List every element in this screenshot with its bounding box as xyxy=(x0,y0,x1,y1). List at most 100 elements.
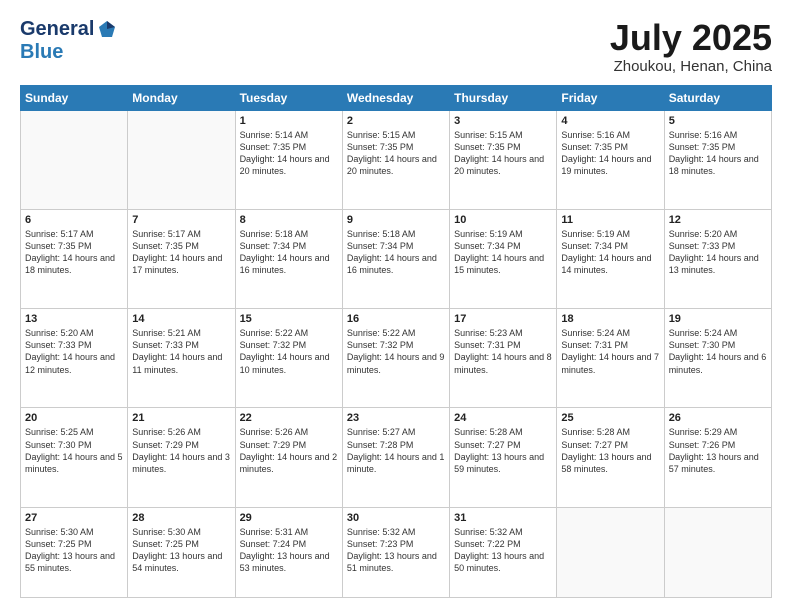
day-number: 24 xyxy=(454,412,552,424)
day-number: 18 xyxy=(561,313,659,325)
day-number: 27 xyxy=(25,512,123,524)
calendar-cell: 21 Sunrise: 5:26 AM Sunset: 7:29 PM Dayli… xyxy=(128,408,235,507)
day-info: Sunrise: 5:32 AM Sunset: 7:23 PM Dayligh… xyxy=(347,526,445,575)
calendar-week-row: 20 Sunrise: 5:25 AM Sunset: 7:30 PM Dayli… xyxy=(21,408,772,507)
day-info: Sunrise: 5:18 AM Sunset: 7:34 PM Dayligh… xyxy=(240,228,338,277)
calendar-cell: 31 Sunrise: 5:32 AM Sunset: 7:22 PM Dayli… xyxy=(450,507,557,597)
day-number: 15 xyxy=(240,313,338,325)
day-info: Sunrise: 5:17 AM Sunset: 7:35 PM Dayligh… xyxy=(25,228,123,277)
calendar-cell: 11Sunrise: 5:19 AM Sunset: 7:34 PM Dayli… xyxy=(557,209,664,308)
calendar-cell: 3Sunrise: 5:15 AM Sunset: 7:35 PM Daylig… xyxy=(450,110,557,209)
day-number: 21 xyxy=(132,412,230,424)
calendar-cell: 12Sunrise: 5:20 AM Sunset: 7:33 PM Dayli… xyxy=(664,209,771,308)
weekday-header-tuesday: Tuesday xyxy=(235,85,342,110)
day-number: 23 xyxy=(347,412,445,424)
weekday-header-wednesday: Wednesday xyxy=(342,85,449,110)
calendar-cell: 9 Sunrise: 5:18 AM Sunset: 7:34 PM Daylig… xyxy=(342,209,449,308)
day-number: 10 xyxy=(454,214,552,226)
calendar-cell: 26 Sunrise: 5:29 AM Sunset: 7:26 PM Dayli… xyxy=(664,408,771,507)
calendar-cell: 30 Sunrise: 5:32 AM Sunset: 7:23 PM Dayli… xyxy=(342,507,449,597)
day-number: 2 xyxy=(347,115,445,127)
day-info: Sunrise: 5:16 AM Sunset: 7:35 PM Dayligh… xyxy=(669,129,767,178)
day-number: 28 xyxy=(132,512,230,524)
day-number: 31 xyxy=(454,512,552,524)
day-info: Sunrise: 5:18 AM Sunset: 7:34 PM Dayligh… xyxy=(347,228,445,277)
calendar-cell: 5 Sunrise: 5:16 AM Sunset: 7:35 PM Daylig… xyxy=(664,110,771,209)
day-number: 13 xyxy=(25,313,123,325)
day-info: Sunrise: 5:30 AM Sunset: 7:25 PM Dayligh… xyxy=(25,526,123,575)
weekday-header-saturday: Saturday xyxy=(664,85,771,110)
calendar-cell: 24 Sunrise: 5:28 AM Sunset: 7:27 PM Dayli… xyxy=(450,408,557,507)
day-number: 25 xyxy=(561,412,659,424)
day-info: Sunrise: 5:31 AM Sunset: 7:24 PM Dayligh… xyxy=(240,526,338,575)
calendar-cell: 13Sunrise: 5:20 AM Sunset: 7:33 PM Dayli… xyxy=(21,309,128,408)
calendar-cell: 2 Sunrise: 5:15 AM Sunset: 7:35 PM Daylig… xyxy=(342,110,449,209)
calendar-cell: 22Sunrise: 5:26 AM Sunset: 7:29 PM Dayli… xyxy=(235,408,342,507)
logo-flag-icon xyxy=(96,19,118,41)
day-number: 4 xyxy=(561,115,659,127)
calendar-table: SundayMondayTuesdayWednesdayThursdayFrid… xyxy=(20,85,772,598)
day-info: Sunrise: 5:16 AM Sunset: 7:35 PM Dayligh… xyxy=(561,129,659,178)
day-number: 30 xyxy=(347,512,445,524)
day-number: 8 xyxy=(240,214,338,226)
day-info: Sunrise: 5:24 AM Sunset: 7:30 PM Dayligh… xyxy=(669,327,767,376)
calendar-cell: 17Sunrise: 5:23 AM Sunset: 7:31 PM Dayli… xyxy=(450,309,557,408)
day-info: Sunrise: 5:28 AM Sunset: 7:27 PM Dayligh… xyxy=(454,426,552,475)
calendar-cell: 16Sunrise: 5:22 AM Sunset: 7:32 PM Dayli… xyxy=(342,309,449,408)
calendar-cell: 28 Sunrise: 5:30 AM Sunset: 7:25 PM Dayli… xyxy=(128,507,235,597)
calendar-cell: 6 Sunrise: 5:17 AM Sunset: 7:35 PM Daylig… xyxy=(21,209,128,308)
calendar-cell: 7 Sunrise: 5:17 AM Sunset: 7:35 PM Daylig… xyxy=(128,209,235,308)
day-number: 16 xyxy=(347,313,445,325)
calendar-week-row: 13Sunrise: 5:20 AM Sunset: 7:33 PM Dayli… xyxy=(21,309,772,408)
page: General Blue July 2025 Zhoukou, Henan, C… xyxy=(0,0,792,612)
calendar-cell xyxy=(21,110,128,209)
day-info: Sunrise: 5:22 AM Sunset: 7:32 PM Dayligh… xyxy=(240,327,338,376)
month-title: July 2025 xyxy=(610,18,772,58)
calendar-cell: 20 Sunrise: 5:25 AM Sunset: 7:30 PM Dayli… xyxy=(21,408,128,507)
calendar-cell: 25Sunrise: 5:28 AM Sunset: 7:27 PM Dayli… xyxy=(557,408,664,507)
calendar-cell: 29 Sunrise: 5:31 AM Sunset: 7:24 PM Dayli… xyxy=(235,507,342,597)
day-info: Sunrise: 5:26 AM Sunset: 7:29 PM Dayligh… xyxy=(132,426,230,475)
calendar-cell: 27 Sunrise: 5:30 AM Sunset: 7:25 PM Dayli… xyxy=(21,507,128,597)
day-number: 26 xyxy=(669,412,767,424)
day-info: Sunrise: 5:17 AM Sunset: 7:35 PM Dayligh… xyxy=(132,228,230,277)
weekday-header-friday: Friday xyxy=(557,85,664,110)
day-number: 1 xyxy=(240,115,338,127)
day-info: Sunrise: 5:19 AM Sunset: 7:34 PM Dayligh… xyxy=(454,228,552,277)
logo: General Blue xyxy=(20,18,118,64)
day-number: 7 xyxy=(132,214,230,226)
calendar-cell: 18Sunrise: 5:24 AM Sunset: 7:31 PM Dayli… xyxy=(557,309,664,408)
day-number: 22 xyxy=(240,412,338,424)
title-block: July 2025 Zhoukou, Henan, China xyxy=(610,18,772,75)
calendar-cell: 15 Sunrise: 5:22 AM Sunset: 7:32 PM Dayli… xyxy=(235,309,342,408)
calendar-week-row: 1 Sunrise: 5:14 AM Sunset: 7:35 PM Daylig… xyxy=(21,110,772,209)
day-info: Sunrise: 5:19 AM Sunset: 7:34 PM Dayligh… xyxy=(561,228,659,277)
calendar-week-row: 6 Sunrise: 5:17 AM Sunset: 7:35 PM Daylig… xyxy=(21,209,772,308)
calendar-cell: 1 Sunrise: 5:14 AM Sunset: 7:35 PM Daylig… xyxy=(235,110,342,209)
logo-blue-text: Blue xyxy=(20,41,63,63)
weekday-header-monday: Monday xyxy=(128,85,235,110)
day-number: 9 xyxy=(347,214,445,226)
day-info: Sunrise: 5:15 AM Sunset: 7:35 PM Dayligh… xyxy=(454,129,552,178)
location-text: Zhoukou, Henan, China xyxy=(610,58,772,75)
day-number: 6 xyxy=(25,214,123,226)
day-info: Sunrise: 5:29 AM Sunset: 7:26 PM Dayligh… xyxy=(669,426,767,475)
header: General Blue July 2025 Zhoukou, Henan, C… xyxy=(20,18,772,75)
weekday-header-thursday: Thursday xyxy=(450,85,557,110)
calendar-cell: 8 Sunrise: 5:18 AM Sunset: 7:34 PM Daylig… xyxy=(235,209,342,308)
day-number: 29 xyxy=(240,512,338,524)
calendar-header-row: SundayMondayTuesdayWednesdayThursdayFrid… xyxy=(21,85,772,110)
calendar-cell xyxy=(664,507,771,597)
day-info: Sunrise: 5:15 AM Sunset: 7:35 PM Dayligh… xyxy=(347,129,445,178)
logo-general-text: General xyxy=(20,18,94,41)
day-number: 5 xyxy=(669,115,767,127)
day-info: Sunrise: 5:30 AM Sunset: 7:25 PM Dayligh… xyxy=(132,526,230,575)
day-info: Sunrise: 5:21 AM Sunset: 7:33 PM Dayligh… xyxy=(132,327,230,376)
day-number: 20 xyxy=(25,412,123,424)
calendar-cell xyxy=(128,110,235,209)
day-info: Sunrise: 5:14 AM Sunset: 7:35 PM Dayligh… xyxy=(240,129,338,178)
day-info: Sunrise: 5:32 AM Sunset: 7:22 PM Dayligh… xyxy=(454,526,552,575)
day-number: 19 xyxy=(669,313,767,325)
calendar-cell: 23Sunrise: 5:27 AM Sunset: 7:28 PM Dayli… xyxy=(342,408,449,507)
day-info: Sunrise: 5:25 AM Sunset: 7:30 PM Dayligh… xyxy=(25,426,123,475)
